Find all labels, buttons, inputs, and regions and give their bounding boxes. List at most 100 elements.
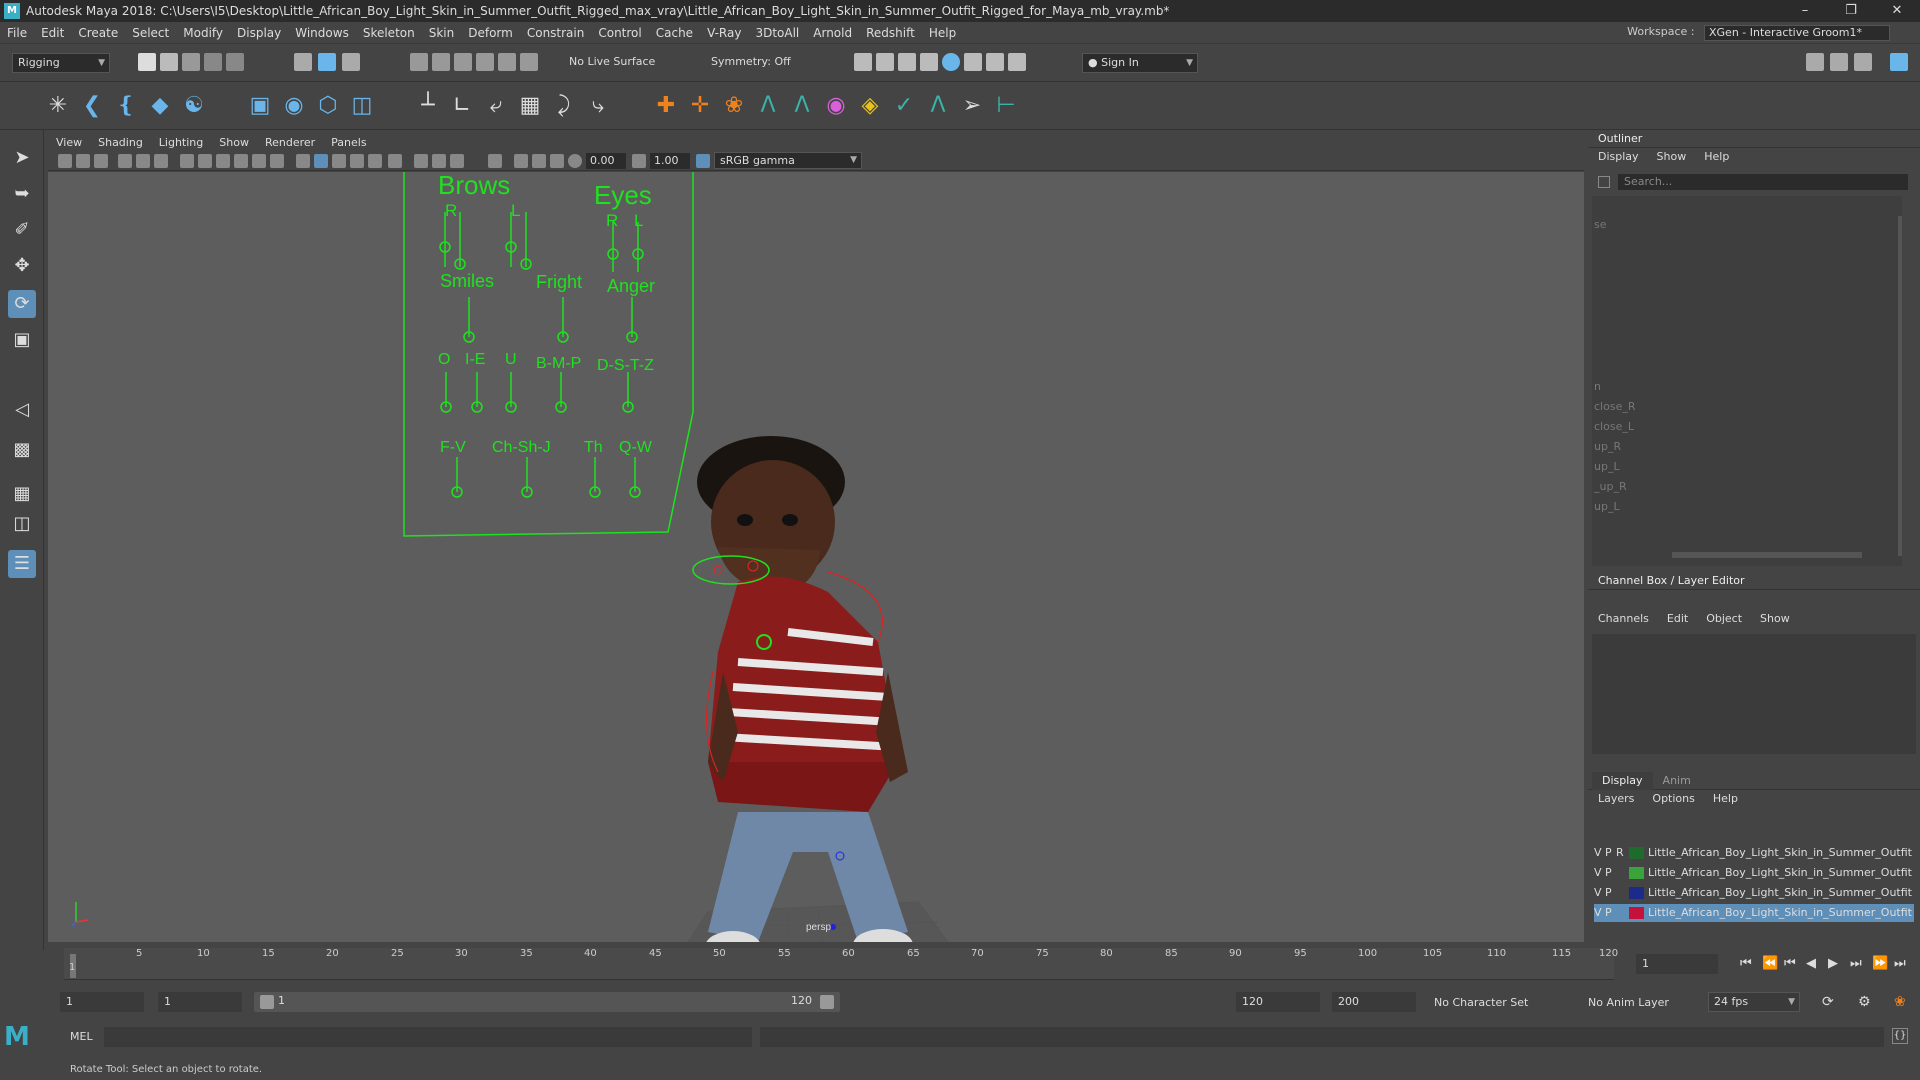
step-back-icon[interactable]: ⏪: [1762, 956, 1778, 971]
viseme-chshj-slider[interactable]: [521, 457, 533, 498]
range-slider[interactable]: 1 120: [254, 992, 840, 1012]
vp-menu-show[interactable]: Show: [211, 134, 257, 151]
viseme-qw-slider[interactable]: [629, 457, 641, 498]
close-icon[interactable]: ✕: [1874, 0, 1920, 22]
brow-slider-r1[interactable]: [439, 212, 451, 267]
single-pane-icon[interactable]: ▦: [8, 480, 36, 508]
menu-redshift[interactable]: Redshift: [859, 22, 922, 44]
outliner-item[interactable]: up_L: [1594, 500, 1620, 513]
render-view-icon[interactable]: [854, 53, 872, 71]
select-hierarchy-icon[interactable]: [294, 53, 312, 71]
layer-row[interactable]: V P Little_African_Boy_Light_Skin_in_Summe…: [1594, 864, 1914, 882]
brow-slider-l1[interactable]: [505, 212, 517, 267]
xray-icon[interactable]: [414, 154, 428, 168]
menu-edit[interactable]: Edit: [34, 22, 71, 44]
layer-playback[interactable]: P: [1605, 864, 1616, 882]
layer-menu-options[interactable]: Options: [1652, 792, 1694, 805]
time-slider[interactable]: 1 5 10 15 20 25 30 35 40 45 50 55 60 65 …: [48, 946, 1632, 982]
menu-windows[interactable]: Windows: [288, 22, 356, 44]
layer-reference[interactable]: R: [1616, 844, 1627, 862]
outliner-menu-help[interactable]: Help: [1704, 150, 1729, 163]
grid-icon[interactable]: [180, 154, 194, 168]
outliner-menu-show[interactable]: Show: [1657, 150, 1687, 163]
time-ruler[interactable]: 1 5 10 15 20 25 30 35 40 45 50 55 60 65 …: [64, 948, 1618, 980]
wireframe-on-shaded-icon[interactable]: [332, 154, 346, 168]
sign-in-dropdown[interactable]: ● Sign In ▼: [1082, 53, 1198, 73]
viseme-fv-slider[interactable]: [451, 457, 463, 498]
select-component-icon[interactable]: [342, 53, 360, 71]
channel-menu-show[interactable]: Show: [1760, 612, 1790, 625]
range-end-handle[interactable]: [820, 995, 834, 1009]
field-chart-icon[interactable]: [252, 154, 266, 168]
last-tool-icon[interactable]: ◁: [8, 396, 36, 424]
viseme-dstz-slider[interactable]: [622, 372, 634, 413]
humanik-icon[interactable]: ❀: [720, 92, 748, 120]
layer-color-swatch[interactable]: [1629, 887, 1644, 899]
outliner-hscrollbar[interactable]: [1672, 552, 1862, 558]
step-forward-icon[interactable]: ⏩: [1872, 956, 1888, 971]
minimize-icon[interactable]: –: [1782, 0, 1828, 22]
snap-surface-icon[interactable]: [498, 53, 516, 71]
viseme-bmp-slider[interactable]: [555, 372, 567, 413]
menu-modify[interactable]: Modify: [176, 22, 230, 44]
animation-preferences-icon[interactable]: ❀: [1894, 994, 1906, 1010]
parent-constraint-icon[interactable]: ┴: [414, 92, 442, 120]
smiles-slider[interactable]: [463, 297, 475, 343]
backface-culling-icon[interactable]: [450, 154, 464, 168]
blend-shape-icon[interactable]: ◉: [822, 92, 850, 120]
layer-menu-help[interactable]: Help: [1713, 792, 1738, 805]
pause-icon[interactable]: [1008, 53, 1026, 71]
layer-visibility[interactable]: V: [1594, 864, 1605, 882]
mouth-control-r[interactable]: [713, 565, 723, 575]
redo-icon[interactable]: [226, 53, 244, 71]
nonlinear-icon[interactable]: Λ: [924, 92, 952, 120]
use-lights-icon[interactable]: [368, 154, 382, 168]
snap-grid-icon[interactable]: [410, 53, 428, 71]
modeling-toolkit-icon[interactable]: [1806, 53, 1824, 71]
brow-slider-r2[interactable]: [454, 212, 466, 270]
scale-constraint-icon[interactable]: ▦: [516, 92, 544, 120]
menu-select[interactable]: Select: [125, 22, 176, 44]
grease-pencil-icon[interactable]: [136, 154, 150, 168]
isolate-select-icon[interactable]: [488, 154, 502, 168]
playback-start-field[interactable]: 1: [158, 992, 242, 1012]
render-frame-icon[interactable]: [876, 53, 894, 71]
ik-handle-icon[interactable]: ❮: [78, 92, 106, 120]
select-object-icon[interactable]: [318, 53, 336, 71]
smooth-bind-icon[interactable]: ◉: [280, 92, 308, 120]
render-settings-icon[interactable]: [920, 53, 938, 71]
persp-viewport[interactable]: Brows Eyes R L R L Smiles Fright Anger O…: [48, 172, 1584, 942]
snap-point-icon[interactable]: [454, 53, 472, 71]
xray-joints-icon[interactable]: [432, 154, 446, 168]
fps-dropdown[interactable]: 24 fps ▼: [1708, 992, 1800, 1012]
menu-arnold[interactable]: Arnold: [806, 22, 859, 44]
new-scene-icon[interactable]: [138, 53, 156, 71]
hypershade-icon[interactable]: [942, 53, 960, 71]
move-tool-icon[interactable]: ✥: [8, 252, 36, 280]
fright-slider[interactable]: [557, 297, 569, 343]
outliner-layout-icon[interactable]: ☰: [8, 550, 36, 578]
soft-mod-icon[interactable]: ⊢: [992, 92, 1020, 120]
menu-3dtoall[interactable]: 3DtoAll: [748, 22, 806, 44]
hud-icon[interactable]: [514, 154, 528, 168]
insert-joint-icon[interactable]: ◆: [146, 92, 174, 120]
safe-action-icon[interactable]: [270, 154, 284, 168]
channel-box-toggle-icon[interactable]: [1890, 53, 1908, 71]
symmetry-dropdown[interactable]: Symmetry: Off: [706, 53, 806, 73]
color-management-icon[interactable]: [696, 154, 710, 168]
sculpt-deformer-icon[interactable]: ➢: [958, 92, 986, 120]
outliner-scrollbar[interactable]: [1898, 216, 1902, 556]
ipr-render-icon[interactable]: [898, 53, 916, 71]
film-gate-icon[interactable]: [198, 154, 212, 168]
locator-add-icon[interactable]: ✛: [686, 92, 714, 120]
viseme-th-slider[interactable]: [589, 457, 601, 498]
play-backwards-icon[interactable]: ◀: [1806, 956, 1816, 971]
vp-menu-view[interactable]: View: [48, 134, 90, 151]
orient-constraint-icon[interactable]: ⤶: [482, 92, 510, 120]
resolution-gate-icon[interactable]: [216, 154, 230, 168]
quick-rig-icon[interactable]: Λ: [754, 92, 782, 120]
live-surface-field[interactable]: No Live Surface: [564, 53, 660, 73]
color-space-dropdown[interactable]: sRGB gamma ▼: [714, 152, 862, 169]
paint-select-icon[interactable]: ✐: [8, 216, 36, 244]
outliner-item[interactable]: _up_R: [1594, 480, 1627, 493]
